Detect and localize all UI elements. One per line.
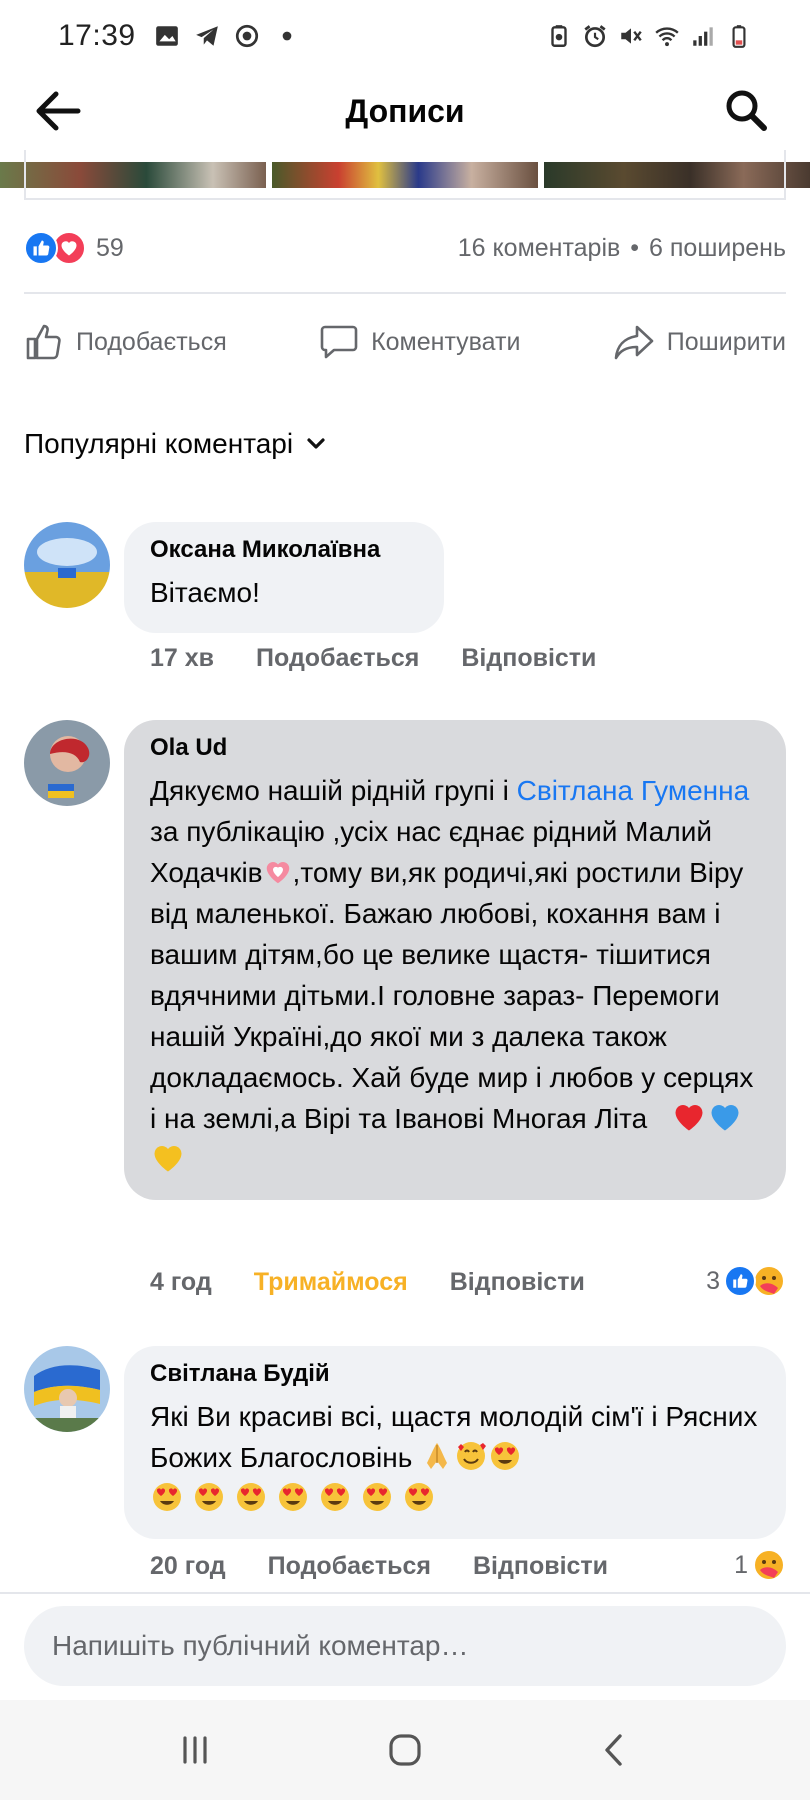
avatar[interactable] [24,522,110,608]
stats-separator: • [630,233,640,262]
home-icon[interactable] [385,1730,425,1770]
reactions-summary[interactable]: 59 16 коментарів • 6 поширень [24,228,786,268]
heart-eyes-emoji-icon [195,1483,223,1511]
comment-reaction-count: 3 [706,1266,720,1295]
comment-author[interactable]: Ola Ud [150,734,760,762]
share-button-label: Поширити [666,327,786,356]
comment-like-button[interactable]: Подобається [268,1552,431,1581]
comment-reaction-count: 1 [734,1550,748,1579]
heart-eyes-emoji-icon [363,1483,391,1511]
like-reaction-icon [24,231,58,265]
comment-text: Які Ви красиві всі, щастя молодій сім'ї … [150,1396,760,1519]
care-reaction-icon [753,1265,785,1297]
comment-bubble[interactable]: Оксана Миколаївна Вітаємо! [124,522,444,633]
status-bar: 17:39 [0,0,810,72]
comment-time[interactable]: 20 год [150,1552,226,1581]
comment-bubble-icon [320,325,358,359]
comment-text: Вітаємо! [150,577,260,608]
alarm-icon [584,25,606,48]
search-icon[interactable] [722,86,770,134]
heart-eyes-emoji-icon [237,1483,265,1511]
comment-time[interactable]: 4 год [150,1268,212,1297]
heart-eyes-emoji-icon [153,1483,181,1511]
folded-hands-emoji-icon [427,1443,448,1469]
yellow-heart-emoji-icon [154,1146,182,1172]
heart-eyes-emoji-icon [405,1483,433,1511]
post-actions: Подобається Коментувати Поширити [24,320,786,364]
heart-eyes-emoji-icon [279,1483,307,1511]
more-notifications-dot-icon [282,31,291,41]
comment-reactions[interactable]: 3 [706,1264,786,1298]
comment-input[interactable]: Напишіть публічний коментар… [24,1606,786,1686]
red-heart-emoji-icon [675,1105,702,1131]
back-arrow-icon[interactable] [32,88,84,134]
comment-item: Ola Ud Дякуємо нашій рідній групі і Світ… [24,720,786,1300]
chevron-down-icon [307,438,325,449]
comment-sort-label: Популярні коментарі [24,428,294,459]
sync-icon [235,24,258,48]
share-arrow-icon [614,325,654,360]
mute-icon [621,28,642,44]
battery-saver-icon [551,25,567,47]
heart-eyes-emoji-icon [491,1442,520,1470]
share-button[interactable]: Поширити [613,320,786,364]
comment-input-placeholder: Напишіть публічний коментар… [52,1630,469,1661]
comment-bubble[interactable]: Ola Ud Дякуємо нашій рідній групі і Світ… [124,720,786,1200]
comment-reply-button[interactable]: Відповісти [461,644,596,673]
mention-link[interactable]: Світлана Гуменна [517,775,750,806]
telegram-icon [195,26,218,46]
comment-item: Оксана Миколаївна Вітаємо! 17 хв Подобає… [24,522,786,672]
avatar[interactable] [24,720,110,806]
comment-time[interactable]: 17 хв [150,644,214,673]
signal-icon [693,27,713,46]
comment-button-label: Коментувати [371,327,521,356]
divider [24,292,786,294]
avatar[interactable] [24,1346,110,1432]
reaction-count[interactable]: 59 [96,234,124,263]
comment-author[interactable]: Оксана Миколаївна [150,536,418,564]
sparkling-heart-emoji-icon [266,862,289,884]
status-time: 17:39 [58,19,136,52]
comment-text: Дякуємо нашій рідній групі і Світлана Гу… [150,770,760,1180]
comment-text-part: Дякуємо нашій рідній групі і [150,775,517,806]
comment-author[interactable]: Світлана Будій [150,1360,760,1388]
thumbs-up-icon [26,324,61,360]
comment-reply-button[interactable]: Відповісти [473,1552,608,1581]
comment-reply-button[interactable]: Відповісти [450,1268,585,1297]
comment-sort-dropdown[interactable]: Популярні коментарі [24,428,327,460]
battery-icon [732,25,746,48]
comment-meta: 4 год Тримаймося Відповісти [150,1268,585,1297]
comment-item: Світлана Будій Які Ви красиві всі, щастя… [24,1346,786,1596]
care-reaction-icon [753,1549,785,1581]
comment-bubble[interactable]: Світлана Будій Які Ви красиві всі, щастя… [124,1346,786,1539]
post-card-border [24,150,786,200]
comments-count[interactable]: 16 коментарів [458,234,621,263]
comment-like-button[interactable]: Тримаймося [254,1268,408,1297]
comment-meta: 17 хв Подобається Відповісти [150,644,596,673]
recent-apps-icon[interactable] [175,1730,215,1770]
comment-like-button[interactable]: Подобається [256,644,419,673]
smiling-face-with-hearts-emoji-icon [457,1442,487,1470]
comment-button[interactable]: Коментувати [319,320,520,364]
like-button[interactable]: Подобається [24,320,227,364]
top-app-bar: Дописи [0,72,810,150]
blue-heart-emoji-icon [711,1105,738,1131]
comment-text-part: ,тому ви,як родичі,які ростили Віру від … [150,857,754,1134]
wifi-icon [655,27,679,47]
gallery-icon [155,26,178,46]
system-nav-bar [0,1700,810,1800]
divider [0,1592,810,1594]
comment-reactions[interactable]: 1 [734,1548,786,1582]
shares-count[interactable]: 6 поширень [649,234,786,263]
page-title: Дописи [345,92,465,129]
back-icon[interactable] [595,1730,635,1770]
heart-eyes-emoji-icon [321,1483,349,1511]
like-reaction-icon [724,1265,756,1297]
like-button-label: Подобається [76,327,227,356]
comment-meta: 20 год Подобається Відповісти [150,1552,608,1581]
